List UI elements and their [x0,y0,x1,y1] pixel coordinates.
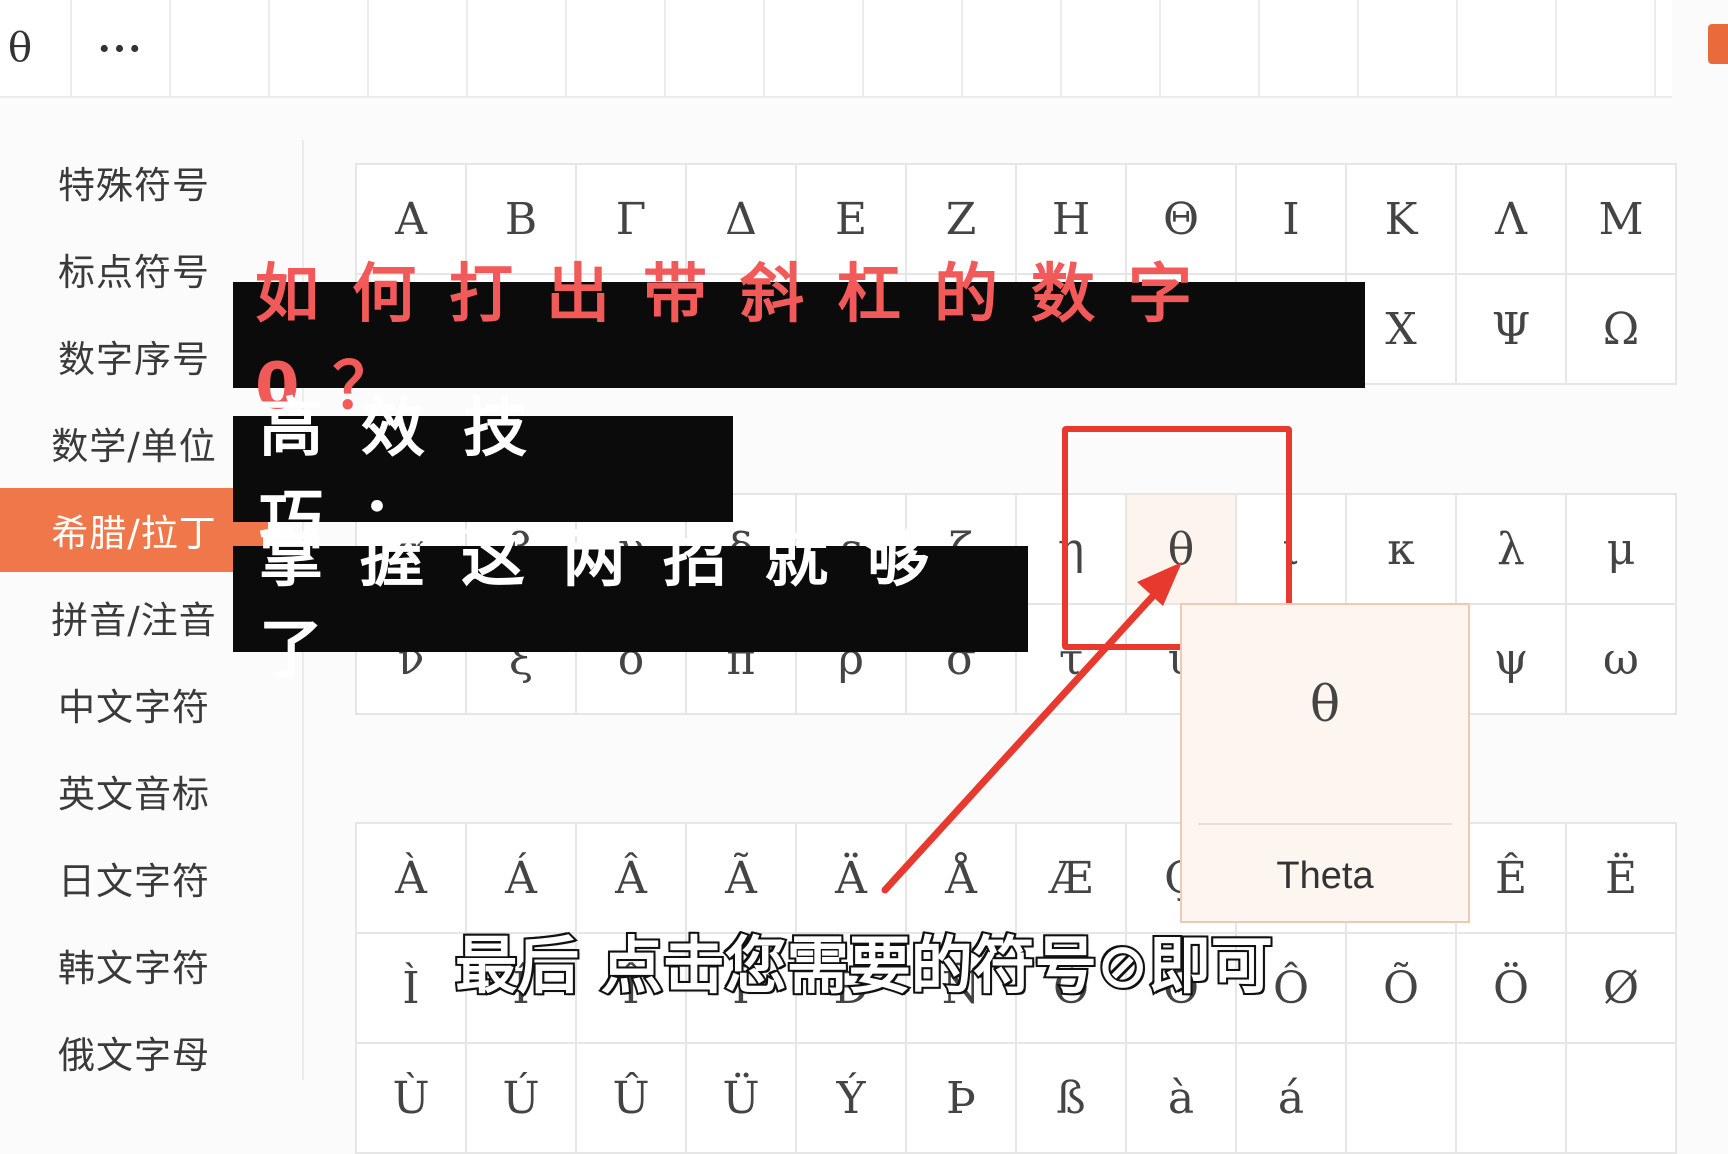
video-subtitle: 最后 点击您需要的符号⊘即可 [453,927,1275,1004]
overlay-title-line-3: 掌握这两招就够了 [233,522,1028,688]
overlay-title-line-1: 如何打出带斜杠的数字0？ [233,258,1365,424]
